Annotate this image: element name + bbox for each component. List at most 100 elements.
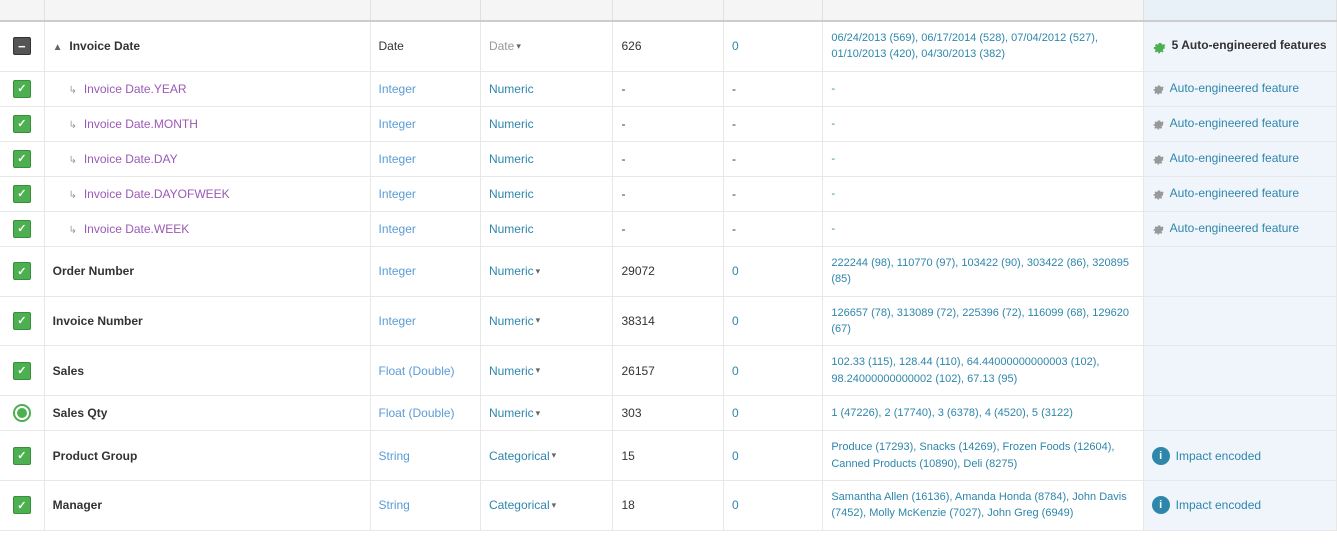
featuretype-text: Date — [489, 39, 514, 53]
checkbox-green[interactable] — [13, 220, 31, 238]
feature-cell: Manager — [44, 480, 370, 530]
sample-cell: - — [823, 141, 1143, 176]
header-distinct — [613, 0, 723, 21]
insights-cell — [1143, 396, 1336, 431]
sample-cell: 222244 (98), 110770 (97), 103422 (90), 3… — [823, 246, 1143, 296]
featuretype-dropdown-arrow[interactable]: ▾ — [536, 365, 541, 376]
impact-encoded-insight: iImpact encoded — [1152, 447, 1328, 465]
featuretype-cell[interactable]: Numeric — [480, 176, 613, 211]
featuretype-text: Numeric — [489, 152, 534, 166]
feature-cell: ▲ Invoice Date — [44, 21, 370, 71]
null-cell: 0 — [723, 480, 822, 530]
checkbox-green[interactable] — [13, 262, 31, 280]
checkbox-green[interactable] — [13, 447, 31, 465]
featuretype-cell[interactable]: Categorical▾ — [480, 480, 613, 530]
feature-name-text: Manager — [53, 498, 102, 512]
sample-cell: Samantha Allen (16136), Amanda Honda (87… — [823, 480, 1143, 530]
checkbox-cell[interactable] — [0, 106, 44, 141]
checkbox-cell[interactable] — [0, 246, 44, 296]
distinct-cell: - — [613, 211, 723, 246]
featuretype-dropdown-arrow[interactable]: ▾ — [536, 315, 541, 326]
impact-encoded-text: Impact encoded — [1176, 498, 1261, 512]
checkbox-cell[interactable] — [0, 396, 44, 431]
featuretype-dropdown-arrow[interactable]: ▾ — [536, 408, 541, 419]
featuretype-text: Numeric — [489, 406, 534, 420]
feature-cell: Sales Qty — [44, 396, 370, 431]
checkbox-cell[interactable] — [0, 431, 44, 481]
feature-cell: ↳ Invoice Date.MONTH — [44, 106, 370, 141]
featuretype-cell[interactable]: Numeric▾ — [480, 246, 613, 296]
featuretype-dropdown-arrow[interactable]: ▾ — [516, 41, 521, 52]
null-value: 0 — [732, 264, 739, 278]
null-value: - — [732, 222, 736, 236]
checkbox-green[interactable] — [13, 362, 31, 380]
featuretype-cell[interactable]: Numeric▾ — [480, 296, 613, 346]
auto-engineered-link-text[interactable]: Auto-engineered feature — [1170, 151, 1299, 165]
checkbox-cell[interactable] — [0, 211, 44, 246]
featuretype-cell[interactable]: Numeric — [480, 71, 613, 106]
table-row: Sales QtyFloat (Double)Numeric▾30301 (47… — [0, 396, 1337, 431]
checkbox-green[interactable] — [13, 115, 31, 133]
checkbox-cell[interactable] — [0, 480, 44, 530]
table-row: Order NumberIntegerNumeric▾290720222244 … — [0, 246, 1337, 296]
auto-engineered-link-text[interactable]: Auto-engineered feature — [1170, 186, 1299, 200]
featuretype-cell[interactable]: Numeric — [480, 106, 613, 141]
header-checkbox — [0, 0, 44, 21]
null-value: - — [732, 152, 736, 166]
checkbox-cell[interactable] — [0, 346, 44, 396]
featuretype-text: Categorical — [489, 498, 550, 512]
featuretype-cell[interactable]: Date▾ — [480, 21, 613, 71]
datatype-text: Date — [379, 39, 404, 53]
checkbox-target[interactable] — [13, 404, 31, 422]
sample-cell: 1 (47226), 2 (17740), 3 (6378), 4 (4520)… — [823, 396, 1143, 431]
auto-engineered-link-text[interactable]: Auto-engineered feature — [1170, 81, 1299, 95]
insights-cell — [1143, 296, 1336, 346]
feature-name-text: Invoice Date — [69, 39, 140, 53]
featuretype-cell[interactable]: Categorical▾ — [480, 431, 613, 481]
checkbox-green[interactable] — [13, 185, 31, 203]
datatype-text: String — [379, 498, 410, 512]
distinct-cell: 15 — [613, 431, 723, 481]
checkbox-green[interactable] — [13, 150, 31, 168]
sample-text: - — [831, 83, 835, 95]
datatype-cell: Float (Double) — [370, 396, 480, 431]
featuretype-dropdown-arrow[interactable]: ▾ — [536, 266, 541, 277]
header-feature — [44, 0, 370, 21]
feature-name-text: Product Group — [53, 449, 138, 463]
featuretype-dropdown-arrow[interactable]: ▾ — [552, 450, 557, 461]
checkbox-cell[interactable] — [0, 21, 44, 71]
auto-engineered-link-text[interactable]: Auto-engineered feature — [1170, 221, 1299, 235]
checkbox-cell[interactable] — [0, 141, 44, 176]
featuretype-text: Numeric — [489, 117, 534, 131]
featuretype-cell[interactable]: Numeric▾ — [480, 346, 613, 396]
header-featuretype — [480, 0, 613, 21]
table-row: ManagerStringCategorical▾180Samantha All… — [0, 480, 1337, 530]
featuretype-dropdown-arrow[interactable]: ▾ — [552, 500, 557, 511]
table-row: ↳ Invoice Date.MONTHIntegerNumeric---Aut… — [0, 106, 1337, 141]
checkbox-cell[interactable] — [0, 296, 44, 346]
checkbox-green[interactable] — [13, 80, 31, 98]
auto-engineered-insight: 5 Auto-engineered features — [1152, 38, 1328, 55]
header-insights — [1143, 0, 1336, 21]
checkbox-cell[interactable] — [0, 176, 44, 211]
featuretype-cell[interactable]: Numeric — [480, 141, 613, 176]
checkbox-green[interactable] — [13, 496, 31, 514]
feature-prefix-icon: ↳ — [69, 120, 80, 131]
datatype-cell: Integer — [370, 246, 480, 296]
insights-cell: Auto-engineered feature — [1143, 211, 1336, 246]
feature-prefix-icon: ↳ — [69, 85, 80, 96]
checkbox-green[interactable] — [13, 312, 31, 330]
feature-name-text: Invoice Date.DAYOFWEEK — [84, 187, 230, 201]
info-icon: i — [1152, 447, 1170, 465]
featuretype-cell[interactable]: Numeric — [480, 211, 613, 246]
feature-cell: Invoice Number — [44, 296, 370, 346]
table-row: ▲ Invoice DateDateDate▾626006/24/2013 (5… — [0, 21, 1337, 71]
checkbox-minus[interactable] — [13, 37, 31, 55]
featuretype-cell[interactable]: Numeric▾ — [480, 396, 613, 431]
checkbox-cell[interactable] — [0, 71, 44, 106]
sample-text: Produce (17293), Snacks (14269), Frozen … — [831, 441, 1114, 469]
auto-engineered-link-text[interactable]: Auto-engineered feature — [1170, 116, 1299, 130]
auto-engineered-bold-text: 5 Auto-engineered features — [1172, 38, 1327, 52]
null-value: 0 — [732, 364, 739, 378]
featuretype-text: Numeric — [489, 264, 534, 278]
